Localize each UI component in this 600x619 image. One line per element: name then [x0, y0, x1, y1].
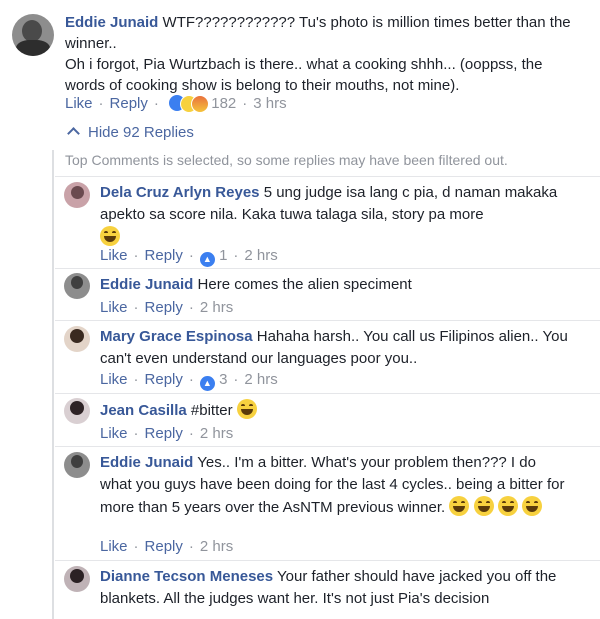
reply-button[interactable]: Reply	[145, 425, 183, 442]
reply-author[interactable]: Dela Cruz Arlyn Reyes	[100, 184, 260, 201]
laughing-emoji-icon	[100, 226, 120, 246]
like-count[interactable]: 1	[219, 247, 227, 264]
comment-time: 3 hrs	[253, 95, 287, 112]
reply-button[interactable]: Reply	[145, 247, 183, 264]
divider	[55, 446, 600, 447]
reply-3: Mary Grace Espinosa Hahaha harsh.. You c…	[100, 326, 570, 370]
reply-text: Here comes the alien speciment	[197, 276, 412, 293]
main-comment: Eddie Junaid WTF???????????? Tu's photo …	[65, 12, 585, 96]
comment-author[interactable]: Eddie Junaid	[65, 14, 158, 31]
like-button[interactable]: Like	[100, 247, 128, 264]
divider	[55, 560, 600, 561]
avatar[interactable]	[64, 566, 90, 592]
hide-replies-toggle[interactable]: Hide 92 Replies	[67, 124, 194, 141]
filter-notice: Top Comments is selected, so some replie…	[65, 152, 508, 168]
like-button[interactable]: Like	[65, 95, 93, 112]
reply-button[interactable]: Reply	[145, 299, 183, 316]
reply-actions: Like · Reply · ▲ 3 · 2 hrs	[100, 369, 570, 391]
avatar[interactable]	[64, 326, 90, 352]
laughing-emoji-icon	[449, 496, 470, 516]
reply-actions: Like · Reply · 2 hrs	[100, 425, 234, 442]
reply-author[interactable]: Mary Grace Espinosa	[100, 328, 253, 345]
reply-actions: Like · Reply · 2 hrs	[100, 538, 234, 555]
reply-button[interactable]: Reply	[145, 538, 183, 555]
laughing-emoji-icon	[497, 496, 518, 516]
avatar[interactable]	[64, 452, 90, 478]
avatar[interactable]	[12, 14, 54, 56]
reply-button[interactable]: Reply	[145, 371, 183, 388]
reply-1: Dela Cruz Arlyn Reyes 5 ung judge isa la…	[100, 182, 570, 249]
like-reaction-icon: ▲	[199, 252, 215, 267]
reply-author[interactable]: Dianne Tecson Meneses	[100, 568, 273, 585]
thread-line	[52, 150, 54, 619]
divider	[55, 393, 600, 394]
like-button[interactable]: Like	[100, 299, 128, 316]
reaction-count[interactable]: 182	[211, 95, 236, 112]
reply-time: 2 hrs	[199, 299, 234, 316]
reply-button[interactable]: Reply	[110, 95, 148, 112]
reply-5: Eddie Junaid Yes.. I'm a bitter. What's …	[100, 452, 570, 519]
reply-time: 2 hrs	[244, 371, 278, 388]
reply-6: Dianne Tecson Meneses Your father should…	[100, 566, 570, 619]
like-button[interactable]: Like	[100, 425, 128, 442]
reply-time: 2 hrs	[199, 425, 234, 442]
angry-reaction-icon	[191, 95, 210, 113]
reply-time: 2 hrs	[244, 247, 278, 264]
reply-2: Eddie Junaid Here comes the alien specim…	[100, 274, 570, 296]
reply-actions: Like · Reply · ▲ 1 · 2 hrs	[100, 245, 570, 267]
laughing-emoji-icon	[521, 496, 542, 516]
reply-author[interactable]: Eddie Junaid	[100, 276, 193, 293]
divider	[55, 268, 600, 269]
laughing-emoji-icon	[236, 399, 257, 419]
reply-author[interactable]: Jean Casilla	[100, 402, 187, 419]
chevron-up-icon	[67, 127, 80, 140]
comment-actions: Like · Reply · 182 · 3 hrs	[65, 95, 287, 113]
reply-time: 2 hrs	[199, 538, 234, 555]
divider	[55, 176, 600, 177]
reply-author[interactable]: Eddie Junaid	[100, 454, 193, 471]
like-count[interactable]: 3	[219, 371, 227, 388]
like-button[interactable]: Like	[100, 371, 128, 388]
like-reaction-icon: ▲	[199, 376, 215, 391]
avatar[interactable]	[64, 182, 90, 208]
reply-text: #bitter	[190, 402, 233, 419]
like-button[interactable]: Like	[100, 538, 128, 555]
reply-4: Jean Casilla #bitter	[100, 399, 570, 422]
laughing-emoji-icon	[473, 496, 494, 516]
avatar[interactable]	[64, 398, 90, 424]
reactions[interactable]	[169, 95, 210, 113]
reply-actions: Like · Reply · 2 hrs	[100, 299, 234, 316]
hide-replies-label: Hide 92 Replies	[88, 124, 194, 141]
avatar[interactable]	[64, 273, 90, 299]
divider	[55, 320, 600, 321]
